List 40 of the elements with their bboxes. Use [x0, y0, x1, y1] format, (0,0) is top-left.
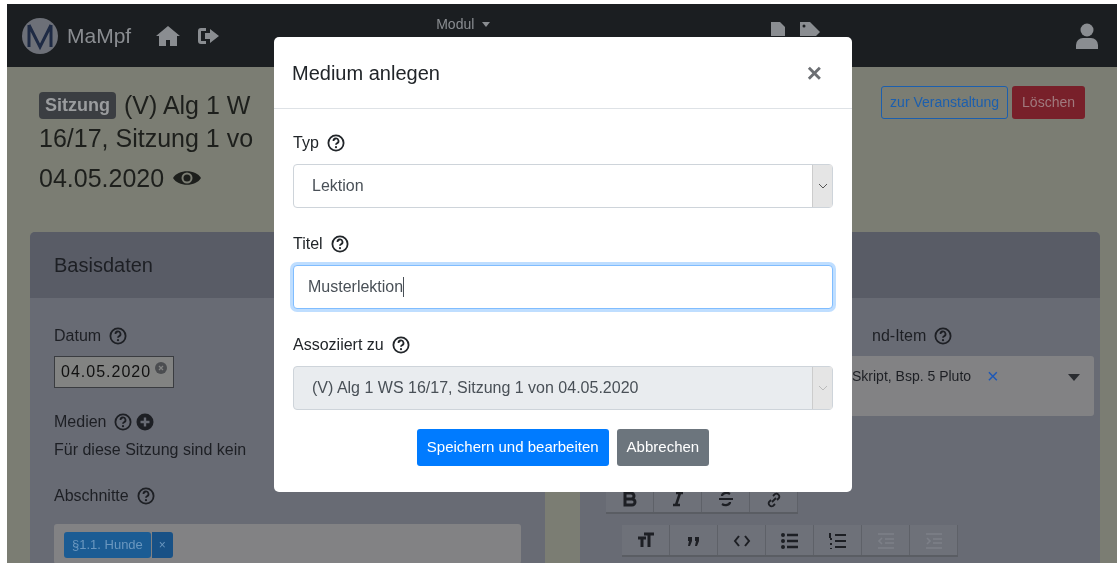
date-field[interactable]: 04.05.2020	[54, 356, 175, 388]
help-icon[interactable]	[326, 134, 345, 152]
media-note: Für diese Sitzung sind kein	[54, 440, 247, 460]
cancel-button[interactable]: Abbrechen	[616, 429, 710, 466]
clear-icon[interactable]	[155, 362, 168, 374]
delete-button[interactable]: Löschen	[1012, 86, 1085, 119]
session-badge: Sitzung	[39, 91, 116, 119]
field-label: Abschnitte	[54, 486, 129, 506]
select-field[interactable]: Lektion	[293, 164, 833, 208]
bullets-icon	[779, 531, 800, 549]
field-label: Assoziiert zu	[293, 335, 384, 355]
close-button[interactable]: ×	[794, 59, 834, 86]
numbers-icon	[827, 531, 848, 549]
title-field[interactable]: Musterlektion	[293, 265, 833, 309]
home-icon[interactable]	[155, 24, 182, 47]
session-title: 16/17, Sitzung 1 vo	[39, 122, 255, 154]
field-label: Datum	[54, 326, 102, 346]
modal-title: Medium anlegen	[292, 60, 440, 86]
chevron-icon	[817, 183, 828, 189]
field-label: nd-Item	[872, 326, 927, 346]
session-date: 04.05.2020	[39, 163, 165, 194]
field-label: Medien	[54, 412, 107, 432]
module-menu[interactable]: Modul	[436, 14, 491, 35]
help-icon[interactable]	[391, 336, 410, 354]
save-button[interactable]: Speichern und bearbeiten	[416, 429, 609, 466]
remove-tag-button[interactable]: ×	[151, 532, 173, 558]
session-title: (V) Alg 1 W	[124, 90, 251, 121]
brand-name[interactable]: MaMpf	[67, 19, 132, 52]
caret-icon	[482, 22, 491, 27]
user-icon[interactable]	[1075, 22, 1099, 49]
logo-icon[interactable]	[21, 16, 59, 55]
caret-icon[interactable]	[1068, 374, 1080, 381]
chevron-icon	[817, 385, 828, 391]
help-icon[interactable]	[330, 235, 349, 253]
field-label: Typ	[293, 133, 319, 153]
section-field[interactable]: §1.1. Hunde ×	[54, 524, 521, 563]
add-icon[interactable]	[136, 413, 155, 431]
selected-item: Skript, Bsp. 5 Pluto	[852, 367, 972, 386]
field-label: Titel	[293, 234, 323, 254]
heading-icon	[635, 531, 656, 549]
